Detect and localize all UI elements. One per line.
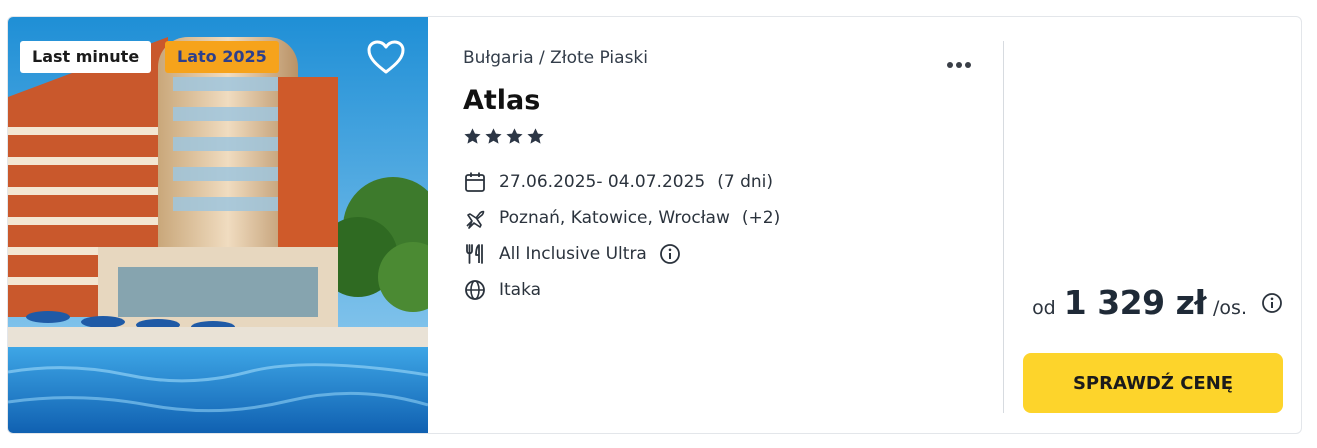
plane-icon: [463, 206, 487, 230]
star-icon: [464, 128, 481, 144]
offer-info: Bułgaria / Złote Piaski Atlas 27.06.2025…: [463, 17, 1003, 433]
cutlery-icon: [463, 242, 487, 266]
calendar-icon: [463, 170, 487, 194]
offer-board: All Inclusive Ultra: [463, 241, 681, 267]
star-icon: [485, 128, 502, 144]
season-badge: Lato 2025: [165, 41, 279, 73]
globe-icon: [463, 278, 487, 302]
hotel-name[interactable]: Atlas: [463, 85, 540, 116]
price-unit: /os.: [1213, 297, 1247, 319]
hotel-photo[interactable]: Last minute Lato 2025: [8, 17, 428, 433]
operator-text: Itaka: [499, 280, 542, 300]
price-amount: 1 329 zł: [1063, 283, 1207, 322]
offer-departures: Poznań, Katowice, Wrocław (+2): [463, 205, 780, 231]
star-icon: [527, 128, 544, 144]
more-dots-icon: [947, 62, 953, 68]
offer-card[interactable]: Last minute Lato 2025 Bułgaria / Złote P…: [7, 16, 1302, 434]
favorite-button[interactable]: [366, 39, 406, 75]
price-prefix: od: [1032, 297, 1056, 319]
last-minute-badge: Last minute: [20, 41, 152, 73]
more-dots-icon: [956, 62, 962, 68]
offer-location[interactable]: Bułgaria / Złote Piaski: [463, 48, 648, 68]
heart-icon: [367, 40, 405, 74]
offer-operator: Itaka: [463, 277, 541, 303]
price-block: od 1 329 zł /os.: [1032, 283, 1283, 322]
column-divider: [1003, 41, 1004, 413]
board-text: All Inclusive Ultra: [499, 244, 647, 264]
check-price-button[interactable]: SPRAWDŹ CENĘ: [1023, 353, 1283, 413]
info-icon[interactable]: [659, 243, 681, 265]
hotel-photo-illustration: [8, 17, 428, 433]
star-icon: [506, 128, 523, 144]
departures-text: Poznań, Katowice, Wrocław: [499, 208, 730, 228]
departures-more[interactable]: (+2): [742, 208, 780, 228]
duration-text: (7 dni): [717, 172, 773, 192]
info-icon[interactable]: [1261, 292, 1283, 314]
hotel-stars: [463, 127, 547, 147]
offer-dates: 27.06.2025- 04.07.2025 (7 dni): [463, 169, 773, 195]
dates-text: 27.06.2025- 04.07.2025: [499, 172, 706, 192]
more-dots-icon: [965, 62, 971, 68]
more-options-button[interactable]: [947, 53, 979, 68]
